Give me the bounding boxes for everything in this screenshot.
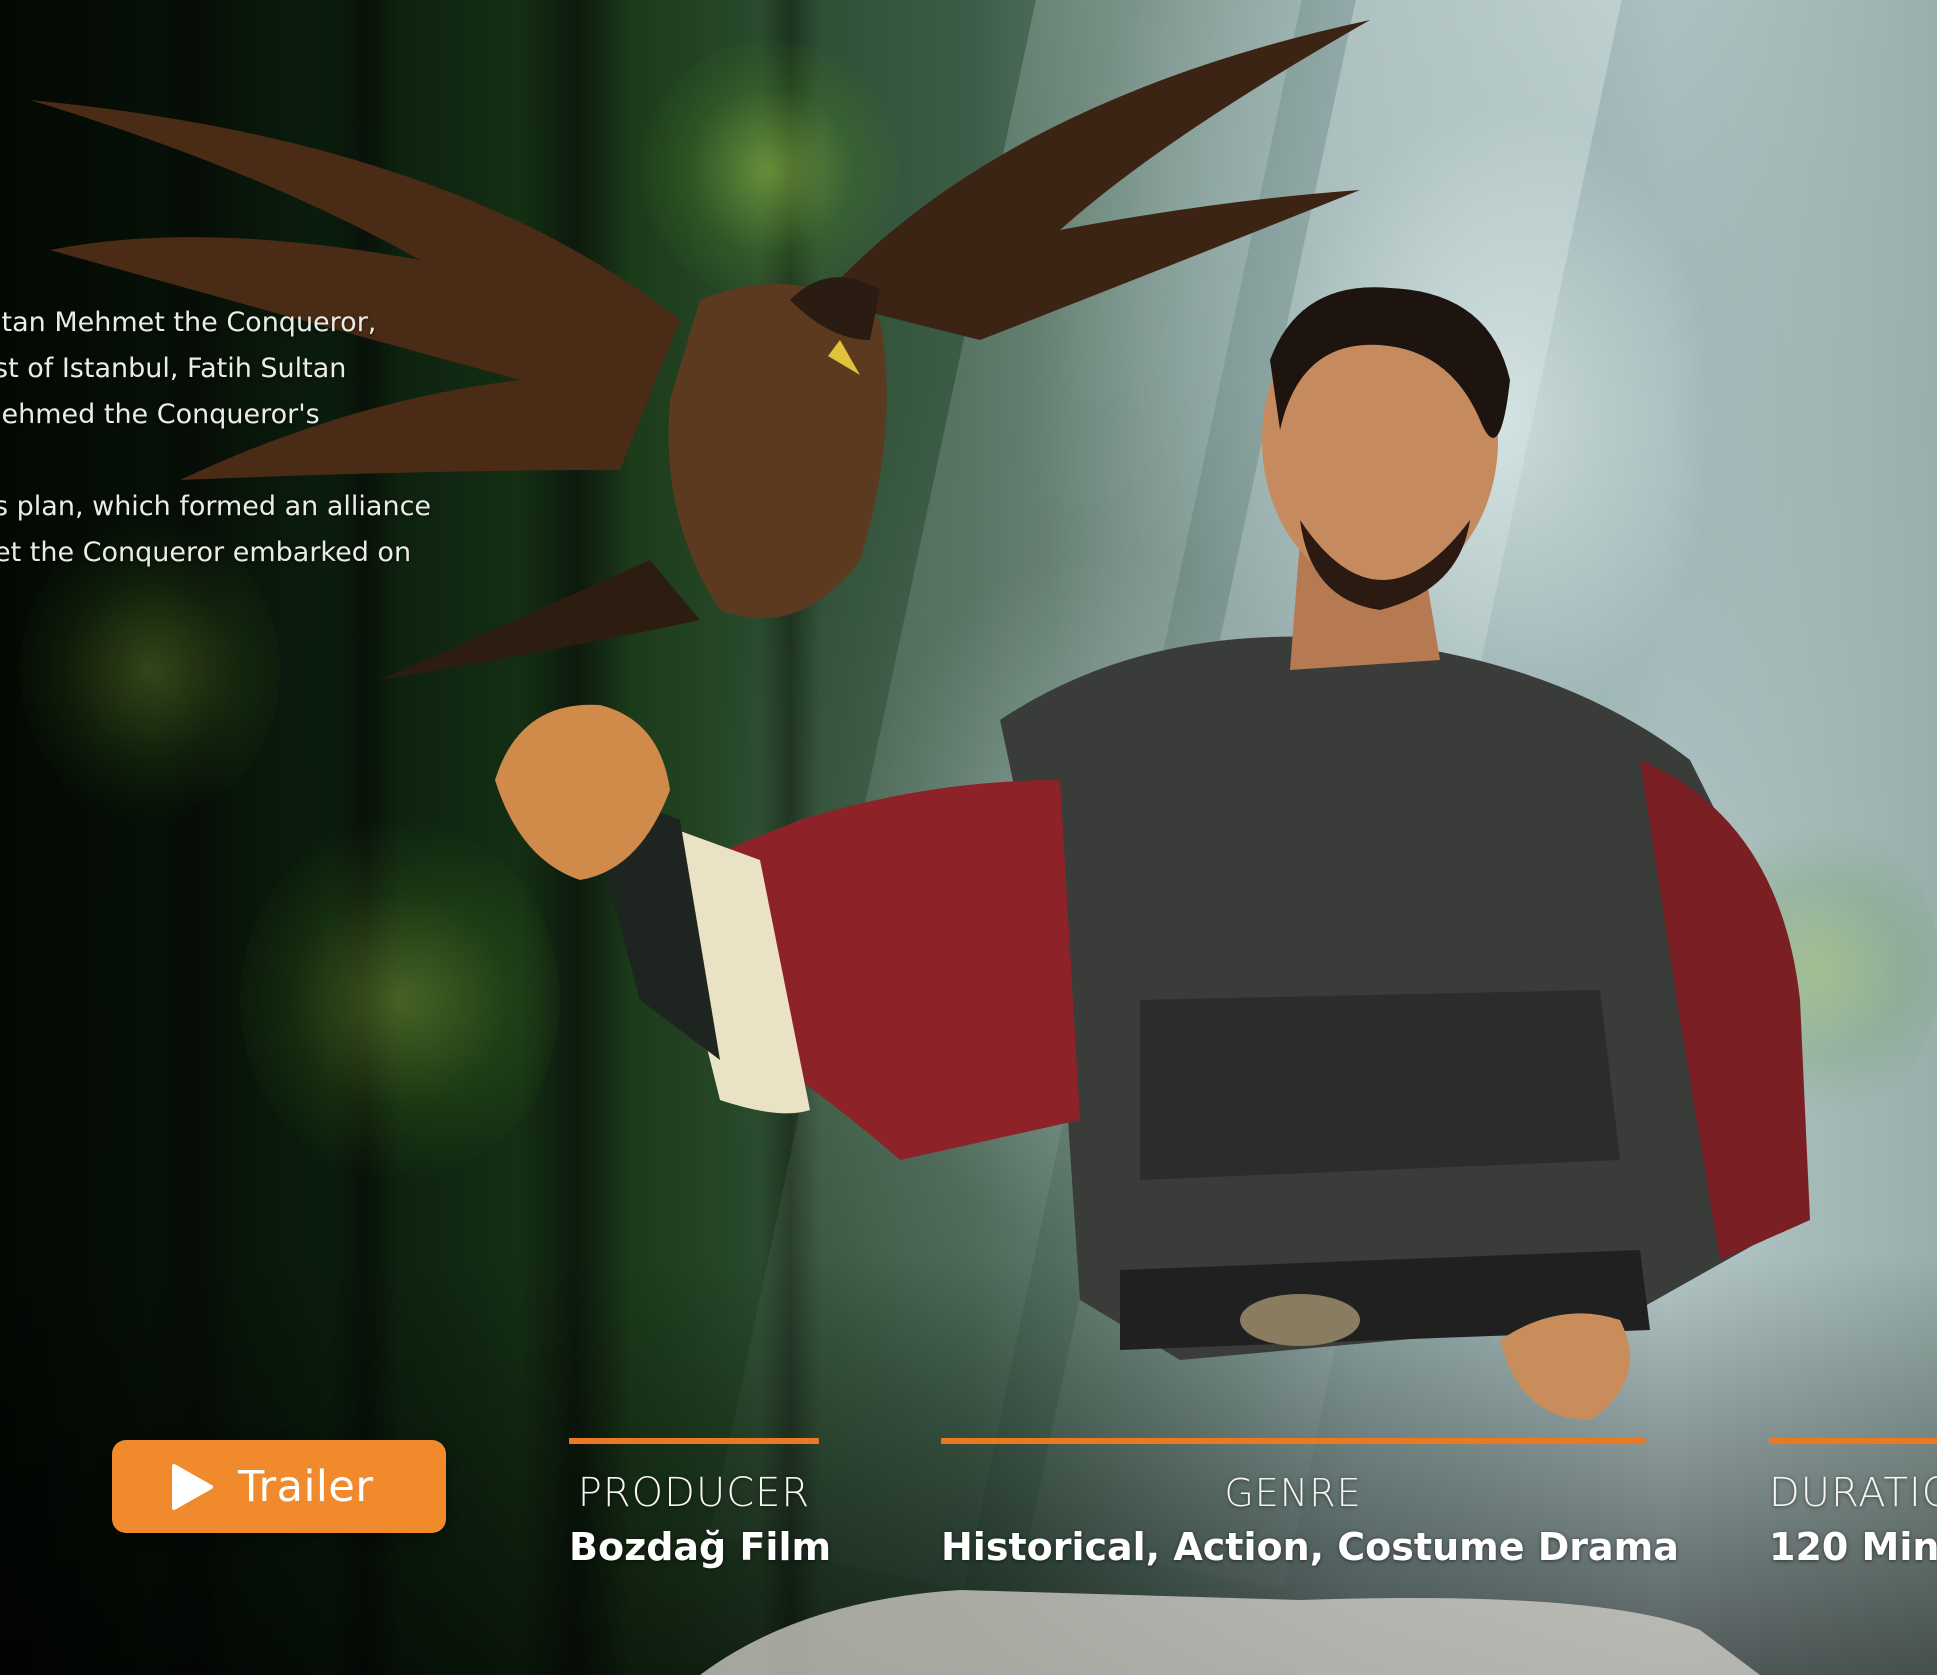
- hawk-tail: [380, 560, 700, 680]
- hero-section: ltan Mehmet the Conqueror, st of Istanbu…: [0, 0, 1937, 1675]
- duration-label: DURATIC: [1769, 1470, 1937, 1516]
- producer-label: PRODUCER: [577, 1470, 811, 1516]
- synopsis-line: et the Conqueror embarked on: [0, 537, 412, 568]
- synopsis-line: lehmed the Conqueror's: [0, 399, 320, 430]
- duration-divider: [1769, 1438, 1937, 1444]
- genre-divider: [941, 1438, 1645, 1444]
- synopsis-line: [0, 438, 474, 484]
- synopsis-text: ltan Mehmet the Conqueror, st of Istanbu…: [0, 300, 474, 576]
- belt-buckle: [1240, 1294, 1360, 1346]
- producer-divider: [569, 1438, 819, 1444]
- synopsis-line: ltan Mehmet the Conqueror,: [0, 307, 377, 338]
- synopsis-line: s plan, which formed an alliance: [0, 491, 432, 522]
- armour-belt-area: [1140, 990, 1620, 1180]
- genre-info: GENRE Historical, Action, Costume Drama: [941, 1438, 1679, 1576]
- play-icon: [172, 1463, 213, 1510]
- duration-info: DURATIC 120 Minu: [1769, 1438, 1937, 1576]
- genre-value: Historical, Action, Costume Drama: [941, 1525, 1679, 1569]
- producer-info: PRODUCER Bozdağ Film: [569, 1438, 832, 1576]
- warrior-with-hawk-illustration: [30, 20, 1810, 1675]
- genre-label: GENRE: [1224, 1471, 1362, 1515]
- right-hand: [1500, 1313, 1630, 1420]
- horse-shape: [700, 1590, 1760, 1675]
- synopsis-line: st of Istanbul, Fatih Sultan: [0, 353, 347, 384]
- duration-value: 120 Minu: [1769, 1525, 1937, 1569]
- producer-value: Bozdağ Film: [569, 1525, 832, 1569]
- trailer-button-label: Trailer: [238, 1461, 374, 1512]
- trailer-button[interactable]: Trailer: [112, 1440, 446, 1533]
- hawk-right-wing: [820, 20, 1370, 340]
